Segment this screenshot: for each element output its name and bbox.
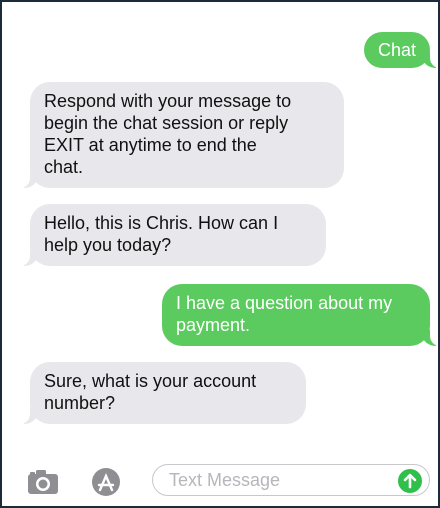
message-line: I have a question about my [176, 293, 393, 313]
text-message-input[interactable] [152, 464, 430, 496]
send-button[interactable] [398, 469, 422, 493]
composer-bar [2, 458, 438, 506]
message-text: Chat [378, 40, 417, 60]
camera-icon-graphic [28, 470, 58, 494]
app-store-icon[interactable] [88, 466, 124, 498]
message-thread[interactable]: Chat Respond with your message to begin … [2, 2, 438, 458]
camera-icon[interactable] [24, 466, 60, 498]
message-line: number? [44, 393, 116, 413]
message-line: Respond with your message to [44, 91, 292, 111]
message-line: Sure, what is your account [44, 371, 257, 391]
incoming-message[interactable]: Sure, what is your account number? [16, 362, 306, 424]
messages-screen: Chat Respond with your message to begin … [0, 0, 440, 508]
send-arrow-icon [403, 473, 417, 489]
message-line: help you today? [44, 235, 172, 255]
outgoing-message[interactable]: Chat [364, 32, 438, 68]
outgoing-message[interactable]: I have a question about my payment. [162, 284, 438, 346]
message-line: chat. [44, 157, 84, 177]
message-line: Hello, this is Chris. How can I [44, 213, 279, 233]
message-line: begin the chat session or reply [44, 113, 289, 133]
incoming-message[interactable]: Respond with your message to begin the c… [16, 82, 344, 188]
message-line: EXIT at anytime to end the [44, 135, 257, 155]
incoming-message[interactable]: Hello, this is Chris. How can I help you… [16, 204, 326, 266]
app-store-icon-graphic [92, 468, 120, 496]
message-line: payment. [176, 315, 251, 335]
